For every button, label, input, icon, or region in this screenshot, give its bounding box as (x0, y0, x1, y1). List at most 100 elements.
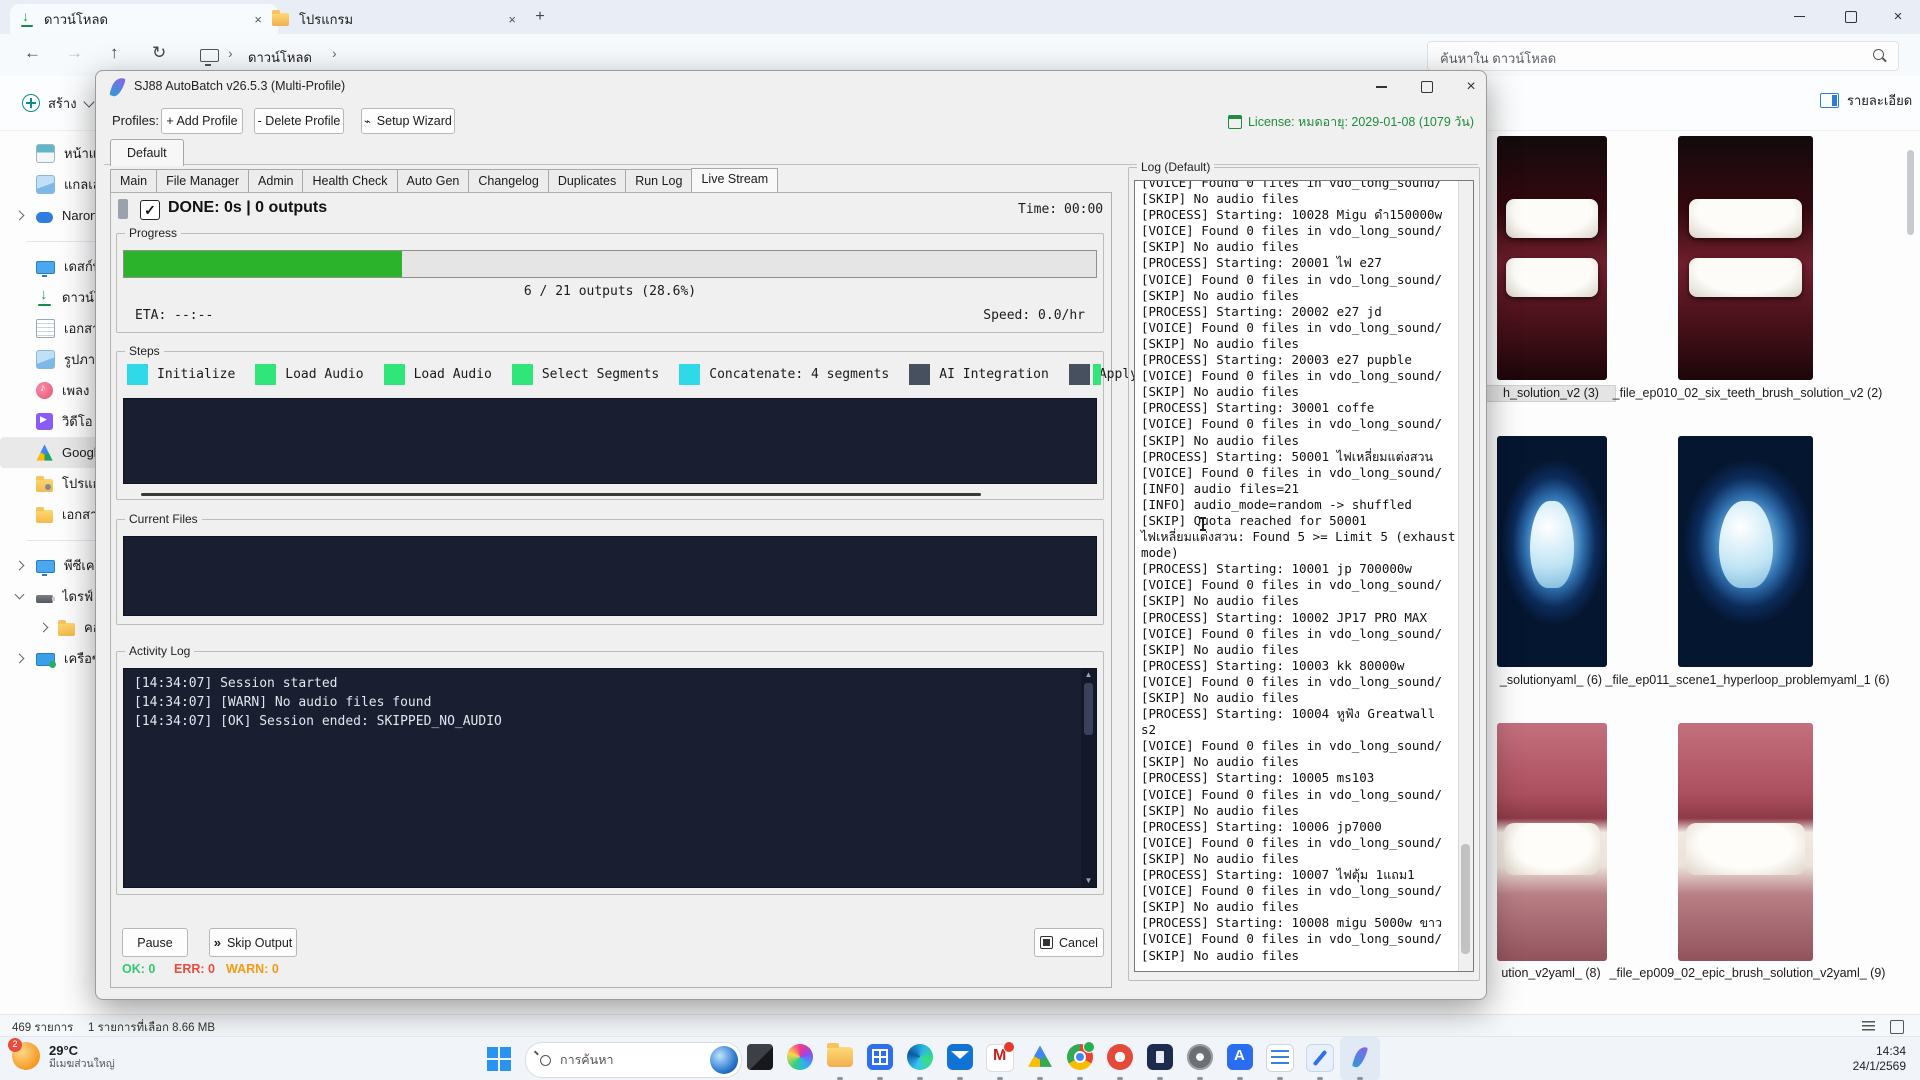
activity-log-console: [14:34:07] Session started[14:34:07] [WA… (123, 668, 1097, 888)
red-app-icon[interactable] (1100, 1037, 1140, 1080)
log-line: [PROCESS] Starting: 10006 jp7000 (1141, 819, 1469, 835)
file-explorer-icon[interactable] (820, 1037, 860, 1080)
search-input[interactable]: ค้นหาใน ดาวน์โหลด (1427, 41, 1899, 71)
chevron-icon[interactable] (15, 561, 25, 571)
details-toggle-button[interactable]: รายละเอียด (1820, 90, 1912, 111)
log-panel-legend: Log (Default) (1137, 160, 1214, 174)
explorer-tab-program[interactable]: โปรแกรม × (262, 4, 532, 34)
log-scrollbar[interactable] (1458, 181, 1473, 971)
mail-icon[interactable] (940, 1037, 980, 1080)
log-scrollbar-thumb[interactable] (1461, 844, 1470, 954)
app-tab[interactable]: Auto Gen (397, 169, 469, 193)
thumbnail-view-icon[interactable] (1890, 1020, 1904, 1034)
m-app-icon[interactable] (980, 1037, 1020, 1080)
app-feather-icon (109, 76, 126, 98)
app-close-button[interactable]: × (1454, 74, 1488, 100)
taskbar-search[interactable]: การค้นหา (525, 1042, 742, 1078)
app-tab[interactable]: Admin (248, 169, 302, 193)
new-tab-button[interactable]: + (528, 6, 552, 30)
skip-output-button[interactable]: » Skip Output (209, 928, 297, 957)
chevron-icon[interactable] (15, 654, 25, 664)
chevron-icon[interactable] (15, 211, 25, 221)
chevron-icon[interactable] (15, 590, 25, 600)
start-button[interactable] (487, 1047, 511, 1071)
app-maximize-button[interactable] (1410, 74, 1444, 100)
file-label[interactable]: _file_ep010_02_six_teeth_brush_solution_… (1600, 386, 1895, 401)
steps-hscrollbar[interactable] (141, 493, 981, 496)
profile-tab-default[interactable]: Default (110, 139, 184, 166)
file-thumbnail[interactable] (1497, 723, 1607, 961)
sidebar-item-icon (36, 444, 53, 461)
scroll-up-icon[interactable]: ▲ (1085, 669, 1093, 681)
edge-icon[interactable] (900, 1037, 940, 1080)
file-thumbnail[interactable] (1678, 723, 1813, 961)
details-view-icon[interactable] (1862, 1021, 1875, 1031)
new-button[interactable]: สร้าง (14, 88, 101, 118)
activity-log-scrollbar[interactable]: ▲ ▼ (1081, 669, 1096, 887)
open-indicator (1237, 1077, 1243, 1080)
explorer-tab-downloads[interactable]: ดาวน์โหลด × (10, 4, 278, 34)
scrollbar-thumb[interactable] (1084, 683, 1093, 735)
photos-dark-icon[interactable] (740, 1037, 780, 1080)
progress-fill (124, 251, 402, 277)
log-panel-group: Log (Default) [VOICE] Found 0 files in v… (1128, 167, 1480, 981)
forward-icon[interactable]: → (66, 43, 83, 63)
photos-icon[interactable] (780, 1037, 820, 1080)
log-line: [VOICE] Found 0 files in vdo_long_sound/ (1141, 883, 1469, 899)
chevron-icon[interactable] (39, 623, 49, 633)
explorer-minimize-button[interactable] (1776, 0, 1822, 33)
step-chip: Select Segments (512, 364, 659, 385)
up-icon[interactable]: ↑ (110, 43, 119, 63)
scroll-down-icon[interactable]: ▼ (1085, 875, 1093, 887)
chrome-icon[interactable] (1060, 1037, 1100, 1080)
file-thumbnail[interactable] (1678, 436, 1813, 667)
activity-log-line: [14:34:07] Session started (134, 674, 1076, 693)
add-profile-button[interactable]: + Add Profile (161, 108, 243, 134)
app-tab[interactable]: Main (110, 169, 156, 193)
cancel-button[interactable]: Cancel (1034, 928, 1104, 957)
explorer-close-button[interactable]: × (1876, 0, 1920, 33)
file-label[interactable]: h_solution_v2 (3) (1487, 386, 1615, 401)
log-line: [PROCESS] Starting: 10001 jp 700000w (1141, 561, 1469, 577)
app-tab[interactable]: Health Check (302, 169, 396, 193)
dark-app-icon[interactable] (1140, 1037, 1180, 1080)
app-tab[interactable]: Run Log (625, 169, 691, 193)
setup-wizard-button[interactable]: ⌁ Setup Wizard (361, 108, 455, 134)
python-feather-icon[interactable] (1340, 1037, 1380, 1080)
log-line: [VOICE] Found 0 files in vdo_long_sound/ (1141, 223, 1469, 239)
file-label[interactable]: _file_ep009_02_epic_brush_solution_v2yam… (1600, 966, 1895, 981)
app-tab[interactable]: File Manager (156, 169, 248, 193)
delete-profile-button[interactable]: - Delete Profile (254, 108, 344, 134)
tab-close-icon[interactable]: × (502, 12, 522, 27)
file-thumbnail[interactable] (1678, 136, 1813, 380)
file-label[interactable]: _file_ep011_scene1_hyperloop_problemyaml… (1600, 673, 1895, 703)
this-pc-icon[interactable] (200, 49, 219, 62)
done-checkbox[interactable]: ✓ (140, 200, 160, 220)
app-tab[interactable]: Changelog (468, 169, 547, 193)
back-icon[interactable]: ← (24, 43, 41, 63)
a-app-icon[interactable] (1220, 1037, 1260, 1080)
pause-button[interactable]: Pause (122, 928, 188, 957)
app-minimize-button[interactable] (1364, 74, 1398, 100)
log-panel[interactable]: [VOICE] Found 0 files in vdo_long_sound/… (1134, 180, 1474, 972)
refresh-icon[interactable]: ↻ (152, 43, 166, 63)
google-drive-icon[interactable] (1020, 1037, 1060, 1080)
settings-gear-icon[interactable] (1180, 1037, 1220, 1080)
weather-widget[interactable]: 2 29°C มีเมฆส่วนใหญ่ (12, 1042, 115, 1070)
file-label[interactable]: _solutionyaml_ (6) (1487, 673, 1615, 688)
file-thumbnail[interactable] (1497, 436, 1607, 667)
app-tab[interactable]: Duplicates (548, 169, 625, 193)
sidebar-item-icon (36, 175, 55, 194)
file-thumbnail[interactable] (1497, 136, 1607, 380)
step-chip: Concatenate: 4 segments (679, 364, 889, 385)
breadcrumb[interactable]: ดาวน์โหลด (248, 47, 312, 68)
app-tab[interactable]: Live Stream (691, 168, 778, 193)
search-icon (540, 1055, 551, 1066)
file-label[interactable]: ution_v2yaml_ (8) (1487, 966, 1615, 981)
explorer-scrollbar[interactable] (1907, 150, 1914, 235)
store-grid-icon[interactable] (860, 1037, 900, 1080)
tools-icon[interactable] (1300, 1037, 1340, 1080)
notes-icon[interactable] (1260, 1037, 1300, 1080)
explorer-maximize-button[interactable] (1828, 0, 1874, 33)
taskbar-clock[interactable]: 14:34 24/1/2569 (1853, 1044, 1906, 1074)
